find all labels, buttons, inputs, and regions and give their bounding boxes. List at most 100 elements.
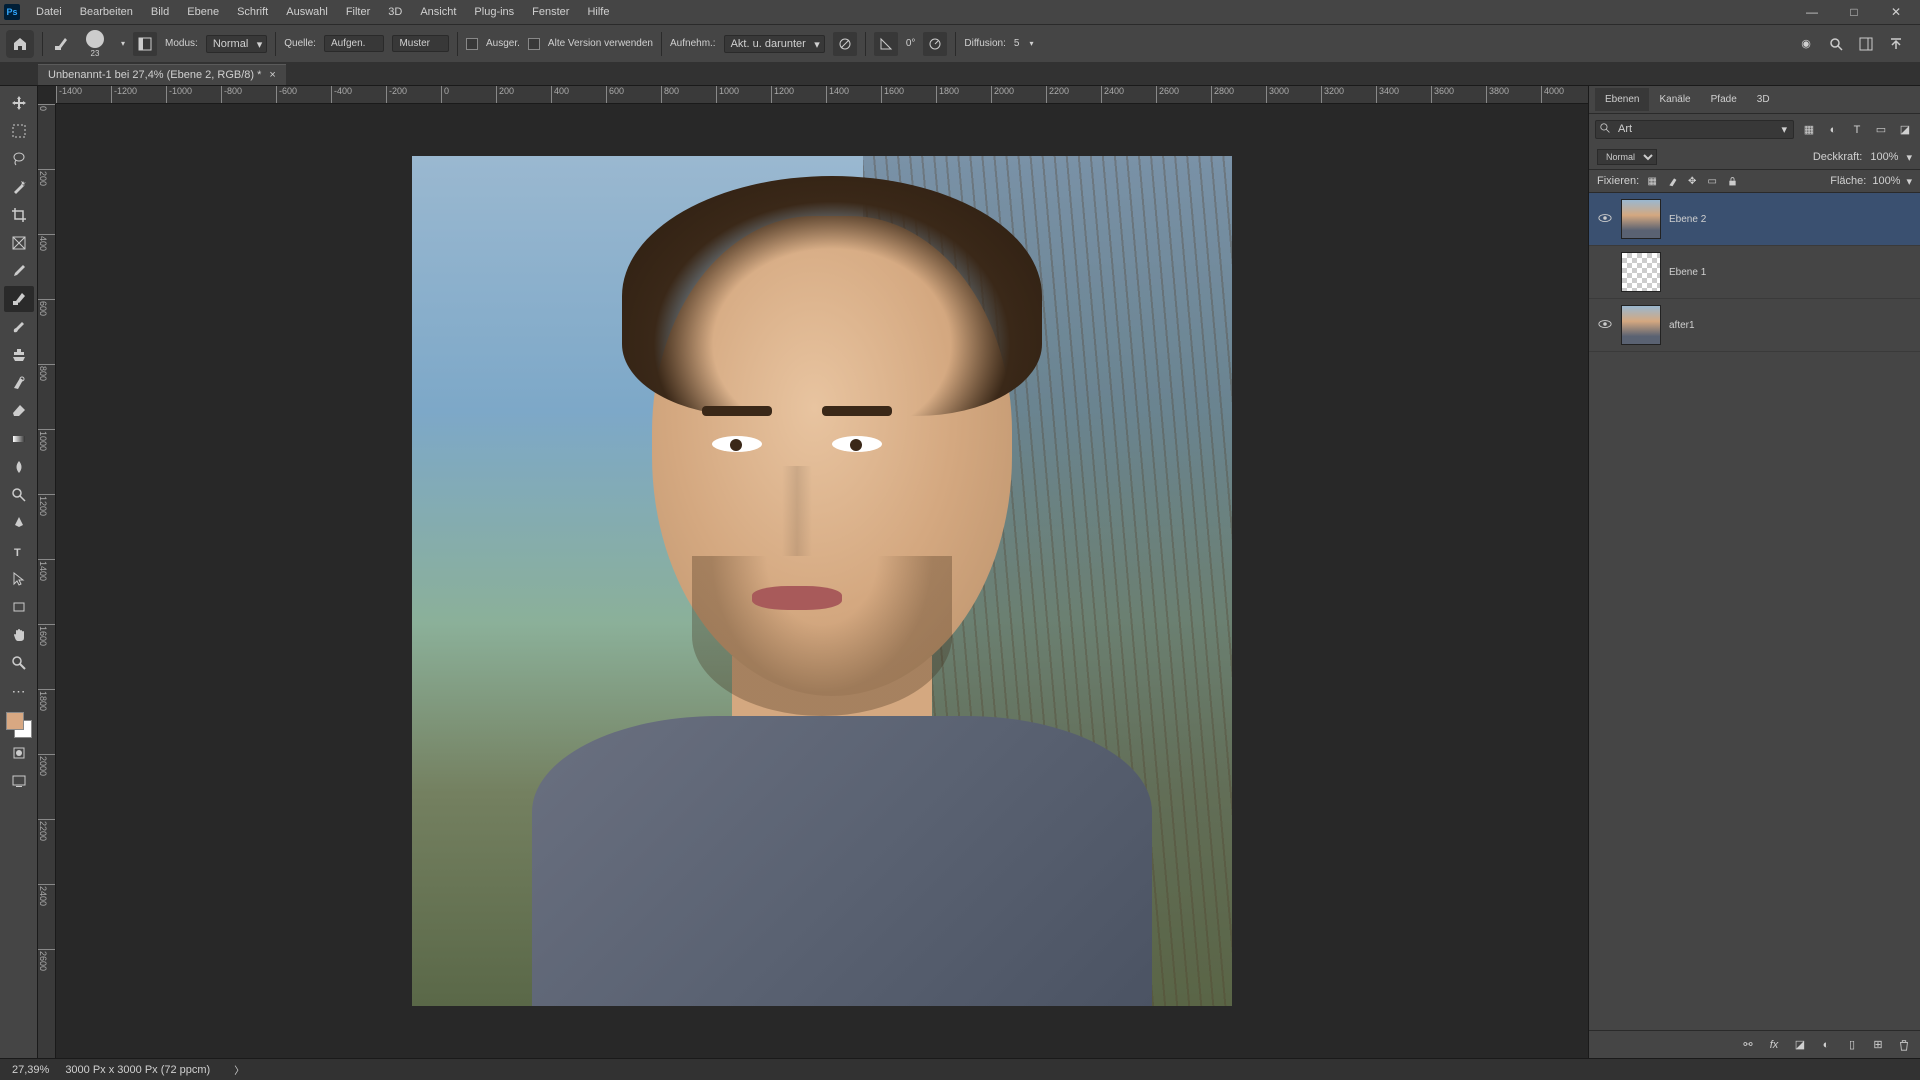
filter-shape-icon[interactable]: ▭ [1872,121,1890,139]
link-layers-icon[interactable]: ⚯ [1740,1037,1756,1053]
layer-thumbnail[interactable] [1621,199,1661,239]
layer-name[interactable]: Ebene 2 [1669,214,1706,225]
ausger-checkbox[interactable] [466,38,478,50]
close-icon[interactable]: × [269,69,275,81]
aufgen-button[interactable]: Aufgen. [324,35,384,52]
gradient-tool[interactable] [4,426,34,452]
dodge-tool[interactable] [4,482,34,508]
lock-all-icon[interactable] [1725,174,1739,188]
angle-value[interactable]: 0° [906,38,916,49]
workspace-icon[interactable] [1856,34,1876,54]
screen-mode-tool[interactable] [4,768,34,794]
layer-thumbnail[interactable] [1621,252,1661,292]
adjustment-layer-icon[interactable]: ◐ [1818,1037,1834,1053]
blend-mode-select[interactable]: Normal ▾ [206,35,267,53]
type-tool[interactable]: T [4,538,34,564]
search-icon[interactable] [1826,34,1846,54]
menu-hilfe[interactable]: Hilfe [579,3,617,21]
tab-pfade[interactable]: Pfade [1701,88,1747,111]
tab-kanaele[interactable]: Kanäle [1649,88,1700,111]
layer-mask-icon[interactable]: ◪ [1792,1037,1808,1053]
ignore-adjustment-button[interactable] [833,32,857,56]
marquee-tool[interactable] [4,118,34,144]
new-layer-icon[interactable]: ⊞ [1870,1037,1886,1053]
brush-preview[interactable]: 23 [79,30,111,58]
canvas-image[interactable] [412,156,1232,1006]
menu-auswahl[interactable]: Auswahl [278,3,336,21]
cloud-icon[interactable]: ◉ [1796,34,1816,54]
filter-image-icon[interactable]: ▦ [1800,121,1818,139]
color-swatches[interactable] [6,712,32,738]
menu-fenster[interactable]: Fenster [524,3,577,21]
share-icon[interactable] [1886,34,1906,54]
history-brush-tool[interactable] [4,370,34,396]
lock-transparency-icon[interactable]: ▦ [1645,174,1659,188]
menu-schrift[interactable]: Schrift [229,3,276,21]
menu-3d[interactable]: 3D [380,3,410,21]
fill-value[interactable]: 100% [1872,175,1900,187]
new-group-icon[interactable]: ▯ [1844,1037,1860,1053]
zoom-tool[interactable] [4,650,34,676]
chevron-down-icon[interactable]: ▾ [121,39,125,48]
lasso-tool[interactable] [4,146,34,172]
pressure-button[interactable] [923,32,947,56]
chevron-down-icon[interactable]: ▾ [1906,151,1912,164]
rectangle-tool[interactable] [4,594,34,620]
eraser-tool[interactable] [4,398,34,424]
layer-blend-mode-select[interactable]: Normal [1597,149,1657,165]
layer-row[interactable]: Ebene 1 [1589,246,1920,299]
vertical-ruler[interactable]: 0200400600800100012001400160018002000220… [38,104,56,1058]
healing-brush-tool[interactable] [4,286,34,312]
tab-3d[interactable]: 3D [1747,88,1780,111]
chevron-down-icon[interactable]: ▾ [1029,39,1033,48]
lock-image-icon[interactable] [1665,174,1679,188]
quick-mask-tool[interactable] [4,740,34,766]
frame-tool[interactable] [4,230,34,256]
filter-adjustment-icon[interactable]: ◐ [1824,121,1842,139]
opacity-value[interactable]: 100% [1870,151,1898,163]
filter-smartobject-icon[interactable]: ◪ [1896,121,1914,139]
blur-tool[interactable] [4,454,34,480]
document-info[interactable]: 3000 Px x 3000 Px (72 ppcm) [65,1064,210,1076]
layer-row[interactable]: Ebene 2 [1589,193,1920,246]
foreground-color-swatch[interactable] [6,712,24,730]
home-button[interactable] [6,30,34,58]
path-selection-tool[interactable] [4,566,34,592]
chevron-right-icon[interactable]: 〉 [234,1062,244,1077]
eyedropper-tool[interactable] [4,258,34,284]
layer-filter-select[interactable]: Art ▾ [1595,120,1794,139]
layer-visibility-toggle[interactable] [1597,211,1613,228]
crop-tool[interactable] [4,202,34,228]
sample-select[interactable]: Akt. u. darunter ▾ [724,35,825,53]
window-minimize[interactable]: — [1792,0,1832,24]
lock-position-icon[interactable]: ✥ [1685,174,1699,188]
current-tool-icon[interactable] [51,34,71,54]
layer-style-icon[interactable]: fx [1766,1037,1782,1053]
muster-button[interactable]: Muster [392,35,449,52]
zoom-level[interactable]: 27,39% [12,1064,49,1076]
layer-thumbnail[interactable] [1621,305,1661,345]
layer-row[interactable]: after1 [1589,299,1920,352]
layer-visibility-toggle[interactable] [1597,317,1613,334]
tab-ebenen[interactable]: Ebenen [1595,88,1649,111]
menu-datei[interactable]: Datei [28,3,70,21]
move-tool[interactable] [4,90,34,116]
clone-stamp-tool[interactable] [4,342,34,368]
menu-bearbeiten[interactable]: Bearbeiten [72,3,141,21]
menu-ansicht[interactable]: Ansicht [412,3,464,21]
brush-tool[interactable] [4,314,34,340]
alte-version-checkbox[interactable] [528,38,540,50]
edit-toolbar[interactable]: ⋯ [4,678,34,704]
hand-tool[interactable] [4,622,34,648]
menu-filter[interactable]: Filter [338,3,378,21]
pen-tool[interactable] [4,510,34,536]
window-close[interactable]: ✕ [1876,0,1916,24]
window-maximize[interactable]: □ [1834,0,1874,24]
horizontal-ruler[interactable]: -1400-1200-1000-800-600-400-200020040060… [56,86,1588,104]
lock-artboard-icon[interactable]: ▭ [1705,174,1719,188]
canvas-viewport[interactable] [56,104,1588,1058]
filter-type-icon[interactable]: T [1848,121,1866,139]
brush-panel-toggle[interactable] [133,32,157,56]
chevron-down-icon[interactable]: ▾ [1906,175,1912,188]
magic-wand-tool[interactable] [4,174,34,200]
